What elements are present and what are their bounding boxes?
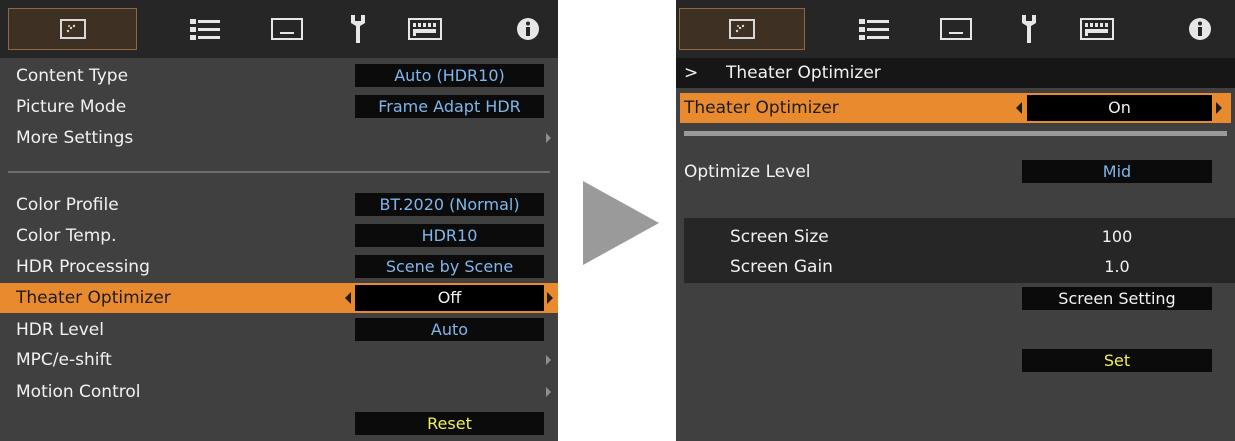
color-profile-value: BT.2020 (Normal) <box>355 193 544 216</box>
menu-row-hdr-processing[interactable]: HDR Processing Scene by Scene <box>0 252 558 282</box>
submenu-arrow-icon <box>546 355 551 365</box>
section-divider <box>684 131 1227 136</box>
menu-row-content-type[interactable]: Content Type Auto (HDR10) <box>0 61 558 91</box>
motion-control-label: Motion Control <box>16 382 141 402</box>
optimize-level-label: Optimize Level <box>684 162 811 182</box>
screen-size-value: 100 <box>1101 227 1133 246</box>
content-type-value: Auto (HDR10) <box>355 64 544 87</box>
tab-picture-adjust[interactable] <box>849 8 899 50</box>
input-display-icon <box>271 18 303 40</box>
tab-function[interactable] <box>1072 8 1122 50</box>
hdr-processing-label: HDR Processing <box>16 257 150 277</box>
tab-input-signal[interactable] <box>262 8 312 50</box>
menu-row-picture-mode[interactable]: Picture Mode Frame Adapt HDR <box>0 92 558 122</box>
settings-sliders-icon <box>190 18 220 40</box>
picture-mode-label: Picture Mode <box>16 97 127 117</box>
info-icon <box>1188 17 1212 41</box>
value-left-arrow-icon[interactable] <box>1016 102 1022 114</box>
screen-size-label: Screen Size <box>730 227 829 247</box>
info-icon <box>516 17 540 41</box>
breadcrumb-marker: > <box>684 63 699 83</box>
hdr-level-value: Auto <box>355 318 544 341</box>
picture-mode-value: Frame Adapt HDR <box>355 95 544 118</box>
breadcrumb: > Theater Optimizer <box>676 58 1235 88</box>
settings-sliders-icon <box>859 18 889 40</box>
picture-icon <box>729 19 755 39</box>
submenu-arrow-icon <box>546 387 551 397</box>
screen-gain-label: Screen Gain <box>730 257 833 277</box>
theater-optimizer-label: Theater Optimizer <box>684 98 839 118</box>
hdr-level-label: HDR Level <box>16 320 104 340</box>
tab-picture[interactable] <box>679 8 805 50</box>
menu-row-color-profile[interactable]: Color Profile BT.2020 (Normal) <box>0 190 558 220</box>
left-menu-panel: Content Type Auto (HDR10) Picture Mode F… <box>0 0 558 441</box>
value-left-arrow-icon[interactable] <box>345 292 351 304</box>
screen-setting-button[interactable]: Screen Setting <box>1022 287 1212 310</box>
optimize-level-value: Mid <box>1022 160 1212 183</box>
value-right-arrow-icon[interactable] <box>1216 102 1222 114</box>
tab-installation[interactable] <box>338 8 378 50</box>
screen-gain-row: Screen Gain 1.0 <box>684 252 1235 282</box>
keyboard-icon <box>1080 18 1114 40</box>
right-tab-bar <box>676 0 1235 58</box>
menu-row-theater-optimizer[interactable]: Theater Optimizer Off <box>0 283 558 313</box>
keyboard-icon <box>408 18 442 40</box>
reset-button[interactable]: Reset <box>355 412 544 435</box>
picture-icon <box>59 19 86 39</box>
tab-picture-adjust[interactable] <box>180 8 230 50</box>
color-temp-label: Color Temp. <box>16 226 117 246</box>
theater-optimizer-value: On <box>1027 95 1212 121</box>
menu-row-more-settings[interactable]: More Settings <box>0 123 558 153</box>
transition-arrow-icon <box>583 181 659 265</box>
menu-row-mpc-eshift[interactable]: MPC/e-shift <box>0 345 558 375</box>
menu-row-hdr-level[interactable]: HDR Level Auto <box>0 315 558 345</box>
menu-divider <box>8 171 550 173</box>
tab-information[interactable] <box>1182 8 1218 50</box>
value-right-arrow-icon[interactable] <box>547 292 553 304</box>
menu-row-motion-control[interactable]: Motion Control <box>0 377 558 407</box>
menu-row-set: Set <box>676 346 1235 376</box>
menu-row-optimize-level[interactable]: Optimize Level Mid <box>676 157 1235 187</box>
menu-row-theater-optimizer[interactable]: Theater Optimizer On <box>680 93 1231 123</box>
content-type-label: Content Type <box>16 66 129 86</box>
set-button[interactable]: Set <box>1022 349 1212 372</box>
mpc-eshift-label: MPC/e-shift <box>16 350 112 370</box>
tab-information[interactable] <box>510 8 546 50</box>
tab-input-signal[interactable] <box>931 8 981 50</box>
color-profile-label: Color Profile <box>16 195 119 215</box>
breadcrumb-title: Theater Optimizer <box>726 63 881 83</box>
menu-row-color-temp[interactable]: Color Temp. HDR10 <box>0 221 558 251</box>
theater-optimizer-label: Theater Optimizer <box>16 288 171 308</box>
input-display-icon <box>940 18 972 40</box>
tab-installation[interactable] <box>1009 8 1049 50</box>
wrench-icon <box>1021 14 1037 44</box>
submenu-arrow-icon <box>546 133 551 143</box>
screen-size-row: Screen Size 100 <box>684 222 1235 252</box>
screen-gain-value: 1.0 <box>1104 257 1130 276</box>
wrench-icon <box>350 14 366 44</box>
theater-optimizer-value: Off <box>355 285 544 311</box>
right-menu-panel: > Theater Optimizer Theater Optimizer On… <box>676 0 1235 441</box>
hdr-processing-value: Scene by Scene <box>355 255 544 278</box>
color-temp-value: HDR10 <box>355 224 544 247</box>
tab-function[interactable] <box>400 8 450 50</box>
left-tab-bar <box>0 0 558 58</box>
screen-info-box: Screen Size 100 Screen Gain 1.0 <box>684 218 1235 283</box>
menu-row-reset: Reset <box>0 409 558 439</box>
more-settings-label: More Settings <box>16 128 134 148</box>
menu-row-screen-setting: Screen Setting <box>676 284 1235 314</box>
tab-picture[interactable] <box>8 8 137 50</box>
